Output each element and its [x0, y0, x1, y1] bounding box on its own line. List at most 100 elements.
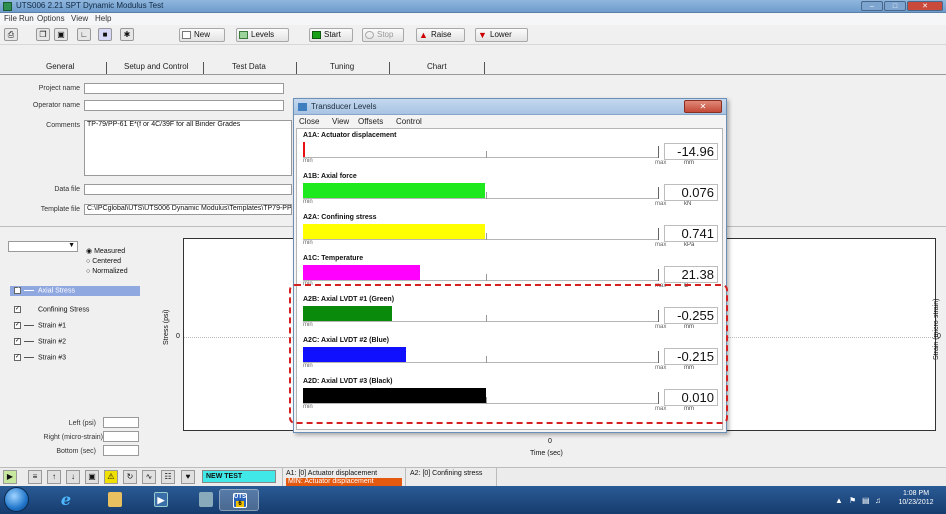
taskbar-ie[interactable]: e: [46, 489, 86, 511]
taskbar-media[interactable]: ▶: [141, 489, 181, 511]
levels-button[interactable]: Levels: [236, 28, 289, 42]
status-channel-b: A2: [0] Confining stress: [410, 470, 483, 477]
tab-strip: General Setup and Control Test Data Tuni…: [0, 62, 946, 72]
counter-icon[interactable]: ☷: [161, 470, 175, 484]
dialog-app-icon: [298, 103, 307, 111]
comments-label: Comments: [46, 122, 80, 129]
print-preview-icon[interactable]: ▣: [54, 28, 68, 41]
flag-icon[interactable]: ⚑: [849, 496, 856, 505]
arrow-up-icon[interactable]: ↑: [47, 470, 61, 484]
checkbox-checked-icon[interactable]: ✓: [14, 354, 21, 361]
menu-run[interactable]: Run: [19, 14, 34, 23]
checkbox-checked-icon[interactable]: ✓: [14, 338, 21, 345]
new-button[interactable]: New: [179, 28, 225, 42]
pressure-icon[interactable]: ♥: [181, 470, 195, 484]
tab-underline: [0, 74, 946, 75]
right-axis-field[interactable]: [103, 431, 139, 442]
scale-icon[interactable]: ≡: [28, 470, 42, 484]
legend-item-strain-3[interactable]: ✓ Strain #3: [14, 354, 66, 361]
bottom-axis-field[interactable]: [103, 445, 139, 456]
radio-measured[interactable]: ◉ Measured: [86, 247, 125, 255]
stop-button[interactable]: Stop: [362, 28, 404, 42]
tab-setup-and-control[interactable]: Setup and Control: [124, 62, 189, 71]
left-axis-field[interactable]: [103, 417, 139, 428]
tab-test-data[interactable]: Test Data: [232, 62, 266, 71]
menu-view[interactable]: View: [71, 14, 88, 23]
new-test-badge: NEW TEST: [202, 470, 276, 483]
channel-value: -14.96: [664, 143, 718, 160]
new-document-icon: [182, 31, 191, 39]
comments-field[interactable]: TP-79/PP-61 E*(f or 4C/39F for all Binde…: [84, 120, 292, 176]
maximize-button[interactable]: □: [884, 1, 906, 11]
copy-icon[interactable]: ❐: [36, 28, 50, 41]
arrow-down-icon[interactable]: ↓: [66, 470, 80, 484]
level-bar: [303, 142, 305, 157]
legend-item-confining-stress[interactable]: ✓ Confining Stress: [14, 306, 89, 313]
clock-time: 1:08 PM: [902, 490, 930, 497]
tab-divider: [106, 62, 107, 74]
data-file-field[interactable]: [84, 184, 292, 195]
close-button[interactable]: ✕: [907, 1, 943, 11]
graph-icon[interactable]: ∿: [142, 470, 156, 484]
radio-centered[interactable]: ○ Centered: [86, 258, 121, 265]
start-button[interactable]: Start: [309, 28, 353, 42]
dialog-menu-control[interactable]: Control: [396, 117, 422, 126]
minimize-button[interactable]: –: [861, 1, 883, 11]
channel-value: 0.741: [664, 225, 718, 242]
raise-button[interactable]: ▲ Raise: [416, 28, 465, 42]
channel-name: A1C: Temperature: [303, 255, 364, 262]
min-label: min: [303, 199, 313, 205]
tab-chart[interactable]: Chart: [427, 62, 447, 71]
taskbar-uts[interactable]: UTS 6: [219, 489, 259, 511]
operator-name-field[interactable]: [84, 100, 284, 111]
run-icon[interactable]: ▶: [3, 470, 17, 484]
legend-item-strain-1[interactable]: ✓ Strain #1: [14, 322, 66, 329]
channel-name: A2A: Confining stress: [303, 214, 377, 221]
legend-item-strain-2[interactable]: ✓ Strain #2: [14, 338, 66, 345]
window-title: UTS006 2.21 SPT Dynamic Modulus Test: [16, 1, 164, 10]
scale-dropdown[interactable]: ▼: [8, 241, 78, 252]
uts-app-icon: UTS 6: [233, 493, 247, 508]
checkbox-checked-icon[interactable]: ✓: [14, 287, 21, 294]
data-file-label: Data file: [54, 186, 80, 193]
dialog-menu-view[interactable]: View: [332, 117, 349, 126]
status-channel-a: A1: [0] Actuator displacement: [286, 470, 378, 477]
menu-options[interactable]: Options: [37, 14, 65, 23]
lower-button[interactable]: ▼ Lower: [475, 28, 528, 42]
warning-icon[interactable]: ⚠: [104, 470, 118, 484]
menu-help[interactable]: Help: [95, 14, 111, 23]
template-file-field[interactable]: C:\IPCglobal\UTS\UTS006 Dynamic Modulus\…: [84, 204, 292, 215]
tab-general[interactable]: General: [46, 62, 74, 71]
chart-icon[interactable]: ∟: [77, 28, 91, 41]
checkbox-checked-icon[interactable]: ✓: [14, 322, 21, 329]
x-tick: 0: [548, 438, 552, 445]
checkbox-checked-icon[interactable]: ✓: [14, 306, 21, 313]
min-label: min: [303, 158, 313, 164]
dialog-menu-offsets[interactable]: Offsets: [358, 117, 383, 126]
tab-tuning[interactable]: Tuning: [330, 62, 354, 71]
network-icon[interactable]: ▤: [862, 496, 870, 505]
unit-label: kN: [684, 201, 692, 207]
tray-chevron-icon[interactable]: ▲: [835, 496, 843, 505]
start-icon: [312, 31, 321, 39]
printer-icon[interactable]: ⎙: [4, 28, 18, 41]
media-player-icon: ▶: [154, 492, 168, 507]
lvdt-highlight-box: [289, 284, 728, 424]
clock[interactable]: 1:08 PM 10/23/2012: [888, 489, 944, 507]
channel-row: A2A: Confining stress min max kPa 0.741: [301, 213, 721, 254]
legend-item-axial-stress[interactable]: ✓ Axial Stress: [14, 287, 75, 294]
dialog-close-button[interactable]: ✕: [684, 100, 722, 113]
taskbar-explorer[interactable]: [95, 489, 135, 511]
level-bar: [303, 265, 420, 280]
volume-icon[interactable]: ♫: [875, 496, 881, 505]
start-button[interactable]: [4, 487, 29, 512]
radio-normalized[interactable]: ○ Normalized: [86, 268, 128, 275]
cycle-icon[interactable]: ↻: [123, 470, 137, 484]
lock-icon[interactable]: ▣: [85, 470, 99, 484]
save-icon[interactable]: ■: [98, 28, 112, 41]
dialog-menu-close[interactable]: Close: [299, 117, 319, 126]
settings-icon[interactable]: ✱: [120, 28, 134, 41]
project-name-field[interactable]: [84, 83, 284, 94]
operator-name-label: Operator name: [32, 102, 80, 109]
menu-file[interactable]: File: [4, 14, 17, 23]
